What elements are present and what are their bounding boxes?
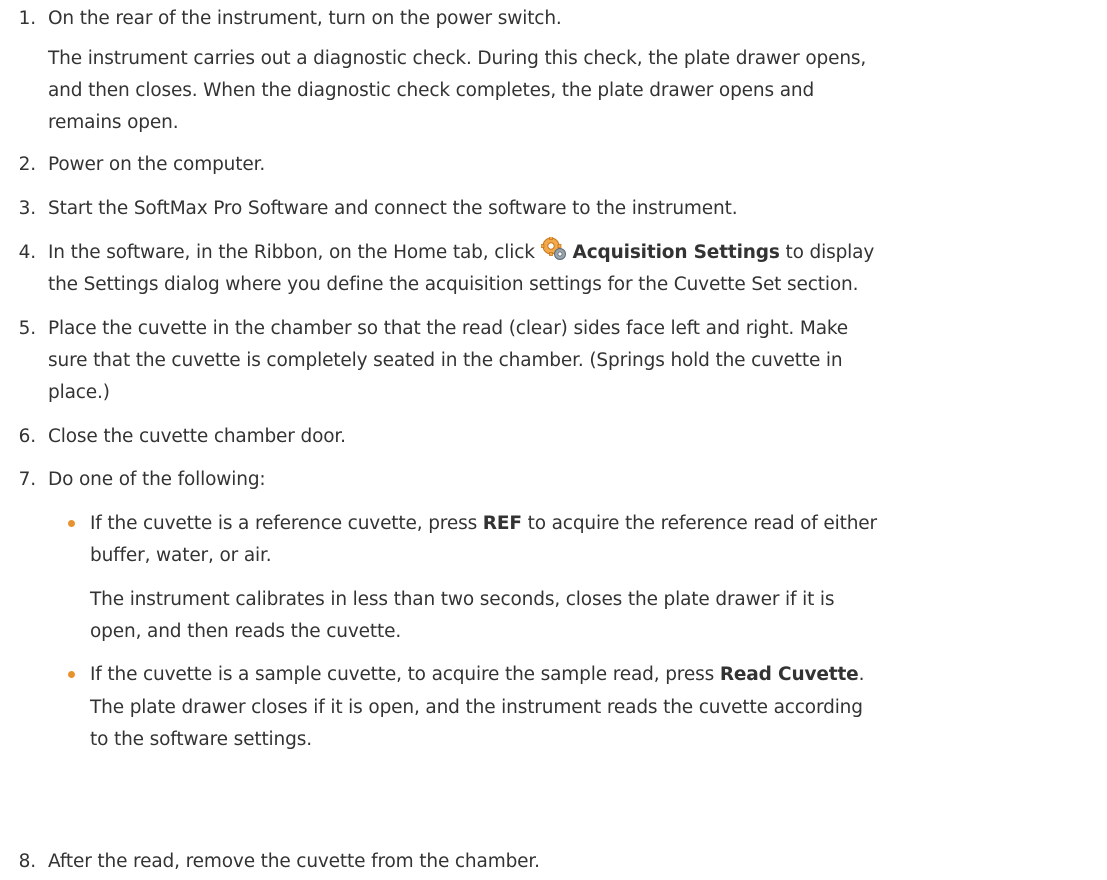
step-text-post: to display [785,242,875,263]
step-text: Do one of the following: [48,469,266,490]
step-number: 8. [18,851,37,872]
step-number: 4. [18,242,37,263]
step-number: 7. [18,469,37,490]
step-number: 1. [18,8,37,29]
bullet-dot-icon [68,671,75,678]
step-number: 2. [18,154,37,175]
step-text-line2: the Settings dialog where you define the… [48,274,859,295]
option-detail-line: The instrument calibrates in less than t… [90,589,835,610]
step-text: Start the SoftMax Pro Software and conne… [48,198,738,219]
option-detail-line: to the software settings. [90,729,312,750]
step-text-line: sure that the cuvette is completely seat… [48,350,843,371]
step-text-pre: In the software, in the Ribbon, on the H… [48,242,535,263]
acquisition-settings-icon [540,237,567,261]
step-number: 6. [18,426,37,447]
procedure-document: 1. On the rear of the instrument, turn o… [0,0,1107,880]
step-text: In the software, in the Ribbon, on the H… [48,236,1100,269]
detail-line: remains open. [48,112,179,133]
step-text-line: Place the cuvette in the chamber so that… [48,318,849,339]
option-text: If the cuvette is a sample cuvette, to a… [90,658,1100,691]
step-number: 5. [18,318,37,339]
step-text: After the read, remove the cuvette from … [48,851,540,872]
option-text-pre: If the cuvette is a reference cuvette, p… [90,513,478,534]
step-text: Close the cuvette chamber door. [48,426,346,447]
option-detail-line: The plate drawer closes if it is open, a… [90,697,863,718]
step-text: On the rear of the instrument, turn on t… [48,8,562,29]
detail-line: The instrument carries out a diagnostic … [48,48,867,69]
detail-line: and then closes. When the diagnostic che… [48,80,815,101]
step-text: Power on the computer. [48,154,266,175]
option-text-bold: REF [482,513,522,534]
step-number: 3. [18,198,37,219]
option-text-post: . [858,664,865,685]
option-text-pre: If the cuvette is a sample cuvette, to a… [90,664,715,685]
option-text: If the cuvette is a reference cuvette, p… [90,507,1100,540]
option-text-line2: buffer, water, or air. [90,545,272,566]
option-detail-line: open, and then reads the cuvette. [90,621,402,642]
option-text-bold: Read Cuvette [719,664,859,685]
bullet-dot-icon [68,520,75,527]
step-text-bold: Acquisition Settings [572,242,780,263]
option-text-post: to acquire the reference read of either [527,513,878,534]
step-text-line: place.) [48,382,110,403]
